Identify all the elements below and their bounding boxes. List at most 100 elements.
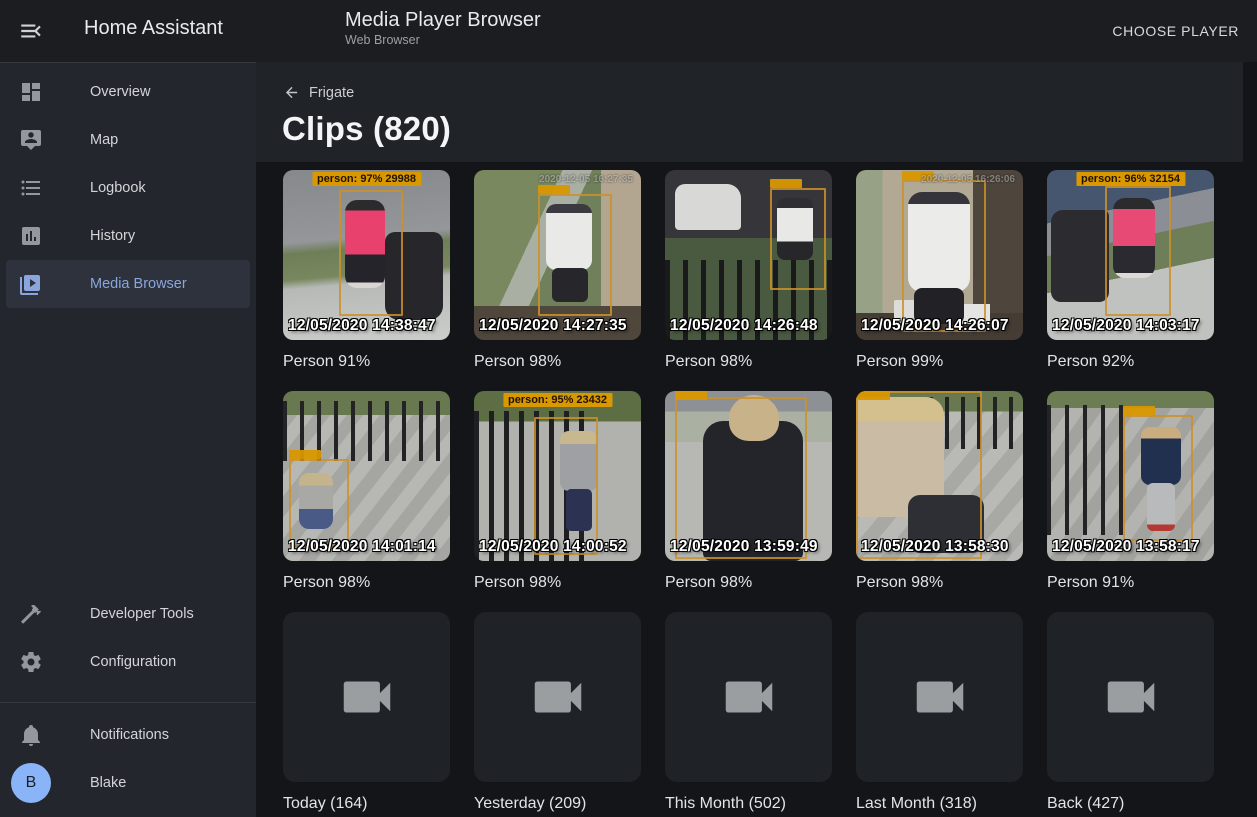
- sidebar-item-notifications[interactable]: Notifications: [6, 711, 250, 759]
- sidebar-item-label: Notifications: [90, 727, 169, 743]
- detection-bbox: [289, 459, 349, 547]
- clip-caption: Person 98%: [665, 351, 832, 372]
- camera-osd-time: 2020-12-05 16:27:35: [539, 174, 633, 185]
- clip-thumbnail: 12/05/2020 13:58:30: [856, 391, 1023, 561]
- clip-thumbnail: 2020-12-05 16:26:06 12/05/2020 14:26:07: [856, 170, 1023, 340]
- clip-thumbnail: person: 95% 2343212/05/2020 14:00:52: [474, 391, 641, 561]
- folder-thumbnail: [283, 612, 450, 782]
- breadcrumb-back-frigate[interactable]: Frigate: [283, 84, 354, 101]
- clip-thumbnail: person: 97% 2998812/05/2020 14:38:47: [283, 170, 450, 340]
- hammer-icon: [19, 602, 43, 626]
- clip-card-7[interactable]: person: 95% 2343212/05/2020 14:00:52 Pers…: [474, 391, 641, 593]
- timestamp-overlay: 12/05/2020 14:26:07: [861, 317, 1009, 335]
- clip-thumbnail: 12/05/2020 14:01:14: [283, 391, 450, 561]
- clip-thumbnail: 12/05/2020 13:59:49: [665, 391, 832, 561]
- sidebar-item-configuration[interactable]: Configuration: [6, 638, 250, 686]
- sidebar-item-developer-tools[interactable]: Developer Tools: [6, 590, 250, 638]
- sidebar-item-logbook[interactable]: Logbook: [6, 164, 250, 212]
- timestamp-overlay: 12/05/2020 14:03:17: [1052, 317, 1200, 335]
- folder-card-back-427[interactable]: Back (427): [1047, 612, 1214, 814]
- sidebar-footer: Developer Tools Configuration Notificatio…: [0, 590, 256, 807]
- detection-label: person: 96% 32154: [1076, 172, 1185, 186]
- sidebar-item-history[interactable]: History: [6, 212, 250, 260]
- video-camera-icon: [909, 666, 971, 728]
- detection-bbox: [339, 190, 403, 316]
- timestamp-overlay: 12/05/2020 14:27:35: [479, 317, 627, 335]
- menu-open-icon[interactable]: [18, 18, 44, 44]
- clip-card-4[interactable]: 2020-12-05 16:26:0612/05/2020 14:26:07Pe…: [856, 170, 1023, 372]
- play-box-multiple-icon: [19, 272, 43, 296]
- arrow-left-icon: [283, 84, 300, 101]
- sidebar-item-media-browser[interactable]: Media Browser: [6, 260, 250, 308]
- breadcrumb-label: Frigate: [309, 85, 354, 101]
- sidebar-item-label: Media Browser: [90, 276, 187, 292]
- folder-card-last-month-318[interactable]: Last Month (318): [856, 612, 1023, 814]
- clip-card-10[interactable]: 12/05/2020 13:58:17 Person 91%: [1047, 391, 1214, 593]
- detection-bbox: [856, 391, 982, 559]
- timestamp-overlay: 12/05/2020 14:26:48: [670, 317, 818, 335]
- video-camera-icon: [527, 666, 589, 728]
- tooltip-account-icon: [19, 128, 43, 152]
- clip-caption: Person 98%: [665, 572, 832, 593]
- clip-card-6[interactable]: 12/05/2020 14:01:14Person 98%: [283, 391, 450, 593]
- sidebar-item-label: Overview: [90, 84, 150, 100]
- user-name: Blake: [90, 775, 126, 791]
- sidebar-item-label: History: [90, 228, 135, 244]
- page-heading: Clips (820): [282, 110, 451, 148]
- timestamp-overlay: 12/05/2020 14:00:52: [479, 538, 627, 556]
- chart-box-icon: [19, 224, 43, 248]
- clip-caption: Person 91%: [283, 351, 450, 372]
- detection-bbox: [1123, 415, 1193, 541]
- clip-caption: Person 92%: [1047, 351, 1214, 372]
- folder-card-yesterday-209[interactable]: Yesterday (209): [474, 612, 641, 814]
- clip-card-5[interactable]: person: 96% 32154 12/05/2020 14:03:17 Pers…: [1047, 170, 1214, 372]
- format-list-bulleted-icon: [19, 176, 43, 200]
- sidebar-item-user[interactable]: B Blake: [6, 759, 250, 807]
- sidebar-item-label: Map: [90, 132, 118, 148]
- folder-caption: This Month (502): [665, 793, 832, 814]
- camera-osd-time: 2020-12-05 16:26:06: [921, 174, 1015, 185]
- clip-card-2[interactable]: 2020-12-05 16:27:35 12/05/2020 14:27:35 Pe…: [474, 170, 641, 372]
- detection-label-small: [1123, 406, 1155, 415]
- video-camera-icon: [1100, 666, 1162, 728]
- folder-caption: Yesterday (209): [474, 793, 641, 814]
- clip-caption: Person 98%: [474, 351, 641, 372]
- video-camera-icon: [718, 666, 780, 728]
- clip-card-8[interactable]: 12/05/2020 13:59:49 Person 98%: [665, 391, 832, 593]
- detection-bbox: [1105, 186, 1171, 316]
- clip-caption: Person 98%: [474, 572, 641, 593]
- detection-label-small: [858, 391, 890, 400]
- detection-bbox: [538, 194, 612, 316]
- app-bar: Home Assistant Media Player Browser Web …: [0, 0, 1257, 62]
- clip-thumbnail: person: 96% 32154 12/05/2020 14:03:17: [1047, 170, 1214, 340]
- timestamp-overlay: 12/05/2020 13:59:49: [670, 538, 818, 556]
- timestamp-overlay: 12/05/2020 13:58:17: [1052, 538, 1200, 556]
- clip-caption: Person 91%: [1047, 572, 1214, 593]
- folder-card-today-164[interactable]: Today (164): [283, 612, 450, 814]
- clip-card-9[interactable]: 12/05/2020 13:58:30 Person 98%: [856, 391, 1023, 593]
- clip-card-1[interactable]: person: 97% 2998812/05/2020 14:38:47 Pers…: [283, 170, 450, 372]
- sidebar-item-overview[interactable]: Overview: [6, 68, 250, 116]
- clip-caption: Person 98%: [856, 572, 1023, 593]
- detection-bbox: [770, 188, 826, 290]
- sidebar-divider: [0, 702, 256, 703]
- clip-thumbnail: 12/05/2020 14:26:48: [665, 170, 832, 340]
- sidebar-nav: Overview Map Logbook History Media Browser: [0, 68, 256, 308]
- clip-card-3[interactable]: 12/05/2020 14:26:48 Person 98%: [665, 170, 832, 372]
- view-dashboard-icon: [19, 80, 43, 104]
- folder-caption: Last Month (318): [856, 793, 1023, 814]
- folder-thumbnail: [856, 612, 1023, 782]
- folder-card-this-month-502[interactable]: This Month (502): [665, 612, 832, 814]
- media-grid: person: 97% 2998812/05/2020 14:38:47 Pers…: [256, 162, 1243, 817]
- sidebar-item-label: Configuration: [90, 654, 176, 670]
- detection-label: person: 97% 29988: [312, 172, 421, 186]
- video-camera-icon: [336, 666, 398, 728]
- sidebar-notifications-slot: Notifications: [0, 711, 256, 759]
- choose-player-button[interactable]: CHOOSE PLAYER: [1104, 0, 1247, 62]
- sidebar-item-map[interactable]: Map: [6, 116, 250, 164]
- scrollbar-gutter[interactable]: [1243, 62, 1257, 817]
- detection-bbox: [675, 397, 807, 559]
- cog-icon: [19, 650, 43, 674]
- detection-bbox: [902, 180, 986, 332]
- detection-bbox: [534, 417, 598, 555]
